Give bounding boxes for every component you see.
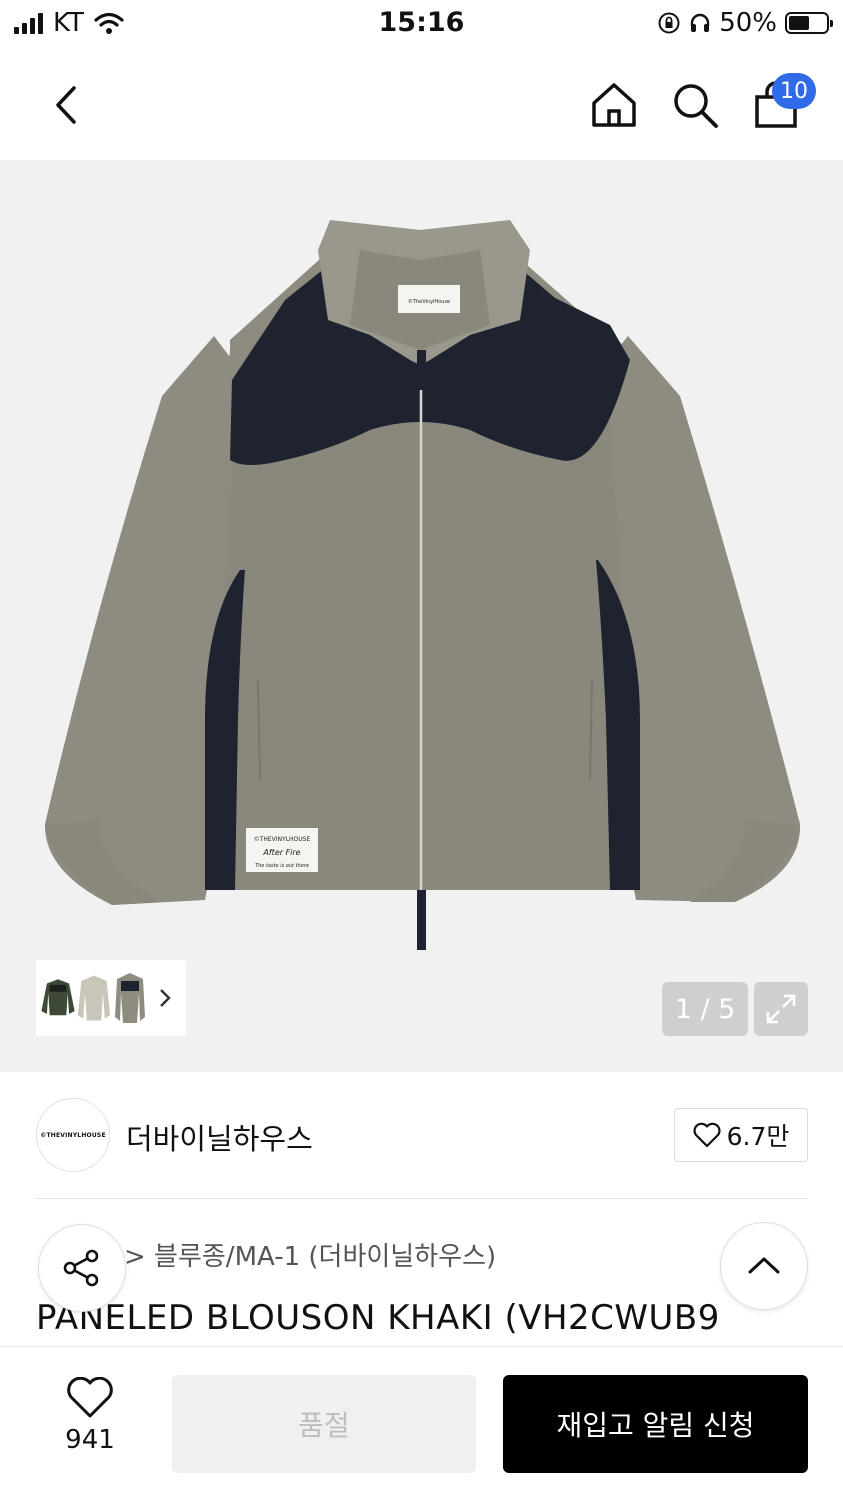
front-label-line-1: ©THEVINYLHOUSE	[254, 836, 311, 843]
divider	[36, 1198, 808, 1199]
cart-count-badge: 10	[772, 73, 816, 109]
orientation-lock-icon	[658, 12, 680, 34]
thumbnail-strip[interactable]	[36, 960, 186, 1036]
chevron-up-icon	[748, 1257, 780, 1274]
front-label-line-3: The taste is out there	[255, 863, 309, 869]
back-button[interactable]	[40, 80, 90, 130]
product-image-gallery[interactable]: ©TheVinylHouse ©THEVINYLHOUSE After Fire…	[0, 160, 843, 1072]
brand-logo[interactable]: ©THEVINYLHOUSE	[36, 1098, 110, 1172]
brand-like-count: 6.7만	[726, 1122, 790, 1151]
chevron-left-icon	[56, 86, 76, 124]
battery-percent: 50%	[719, 8, 777, 38]
image-counter: 1 / 5	[662, 982, 748, 1036]
search-button[interactable]	[670, 80, 720, 130]
product-image[interactable]: ©TheVinylHouse ©THEVINYLHOUSE After Fire…	[0, 160, 843, 1072]
expand-button[interactable]	[754, 982, 808, 1036]
brand-like-button[interactable]: 6.7만	[674, 1108, 808, 1162]
share-button[interactable]	[38, 1224, 126, 1312]
battery-icon	[785, 12, 833, 34]
restock-alert-button[interactable]: 재입고 알림 신청	[503, 1375, 808, 1473]
thumbnail-1[interactable]	[40, 965, 76, 1031]
sold-out-button[interactable]: 품절	[172, 1375, 476, 1473]
wishlist-count: 941	[65, 1425, 115, 1455]
bottom-action-bar: 941 품절 재입고 알림 신청	[0, 1346, 843, 1501]
expand-icon	[766, 994, 796, 1024]
collar-tag-text: ©TheVinylHouse	[408, 298, 450, 305]
chevron-right-icon[interactable]	[154, 983, 176, 1013]
brand-name[interactable]: 더바이닐하우스	[126, 1116, 313, 1158]
thumbnail-3[interactable]	[112, 965, 148, 1031]
product-title: PANELED BLOUSON KHAKI (VH2CWUB9	[36, 1298, 720, 1338]
headphones-icon	[691, 13, 710, 32]
wishlist-button[interactable]: 941	[50, 1377, 130, 1455]
scroll-top-button[interactable]	[720, 1222, 808, 1310]
heart-icon	[693, 1122, 721, 1148]
thumbnail-2[interactable]	[76, 965, 112, 1031]
heart-icon	[67, 1377, 113, 1418]
share-icon	[63, 1249, 99, 1287]
top-nav	[0, 50, 843, 160]
brand-logo-text: ©THEVINYLHOUSE	[40, 1131, 106, 1139]
status-bar: KT 15:16 50%	[0, 0, 843, 50]
home-icon	[592, 83, 636, 127]
search-icon	[674, 84, 718, 128]
front-label-line-2: After Fire	[262, 848, 300, 857]
brand-row: ©THEVINYLHOUSE 더바이닐하우스 6.7만	[36, 1098, 808, 1172]
status-right: 50%	[657, 8, 833, 38]
home-button[interactable]	[589, 80, 639, 130]
breadcrumb-category[interactable]: > 블루종/MA-1 (더바이닐하우스)	[124, 1242, 496, 1272]
